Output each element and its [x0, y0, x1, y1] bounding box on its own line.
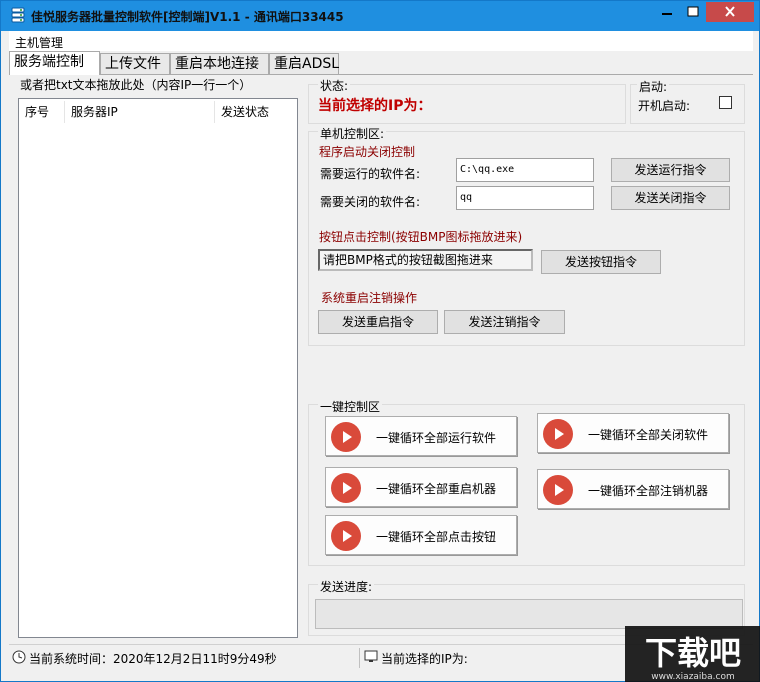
- onekey-label: 一键控制区: [318, 398, 383, 415]
- xiazaiba-watermark: 下载吧 www.xiazaiba.com: [625, 626, 760, 682]
- run-all-label: 一键循环全部运行软件: [376, 431, 497, 445]
- title-bar: 佳悦服务器批量控制软件[控制端]V1.1 - 通讯端口33445: [1, 1, 759, 31]
- boot-startup-checkbox[interactable]: [719, 96, 732, 109]
- program-section-title: 程序启动关闭控制: [319, 145, 416, 159]
- column-header-send-status[interactable]: 发送状态: [215, 101, 295, 123]
- restart-all-button[interactable]: 一键循环全部重启机器: [325, 467, 517, 507]
- tab-restart-local-connection[interactable]: 重启本地连接: [170, 53, 269, 75]
- current-ip-label: 当前选择的IP为：: [318, 98, 432, 114]
- menu-bar: 主机管理: [9, 31, 753, 51]
- click-all-button[interactable]: 一键循环全部点击按钮: [325, 515, 517, 555]
- startup-label: 启动:: [637, 78, 670, 95]
- progress-label: 发送进度:: [318, 578, 375, 595]
- clock-icon: [12, 650, 26, 664]
- app-window: 佳悦服务器批量控制软件[控制端]V1.1 - 通讯端口33445 主机管理 服务…: [0, 0, 760, 682]
- minimize-icon: [662, 13, 672, 15]
- menu-host-manage[interactable]: 主机管理: [15, 34, 63, 51]
- close-icon: [725, 6, 735, 17]
- play-icon: [543, 475, 573, 505]
- monitor-icon: [364, 650, 378, 662]
- logout-all-button[interactable]: 一键循环全部注销机器: [537, 469, 729, 509]
- send-restart-button[interactable]: 发送重启指令: [318, 310, 438, 334]
- close-all-label: 一键循环全部关闭软件: [588, 428, 709, 442]
- boot-startup-label: 开机启动:: [638, 99, 691, 113]
- svg-text:下载吧: 下载吧: [645, 634, 741, 672]
- maximize-icon: [687, 6, 699, 17]
- tab-server-control[interactable]: 服务端控制: [9, 51, 100, 75]
- minimize-button[interactable]: [654, 2, 680, 22]
- drop-hint: 或者把txt文本拖放此处（内容IP一行一个）: [20, 78, 252, 92]
- close-software-label: 需要关闭的软件名:: [320, 195, 421, 209]
- close-software-input[interactable]: qq: [456, 186, 594, 210]
- status-label: 状态:: [318, 77, 351, 94]
- run-software-input[interactable]: C:\qq.exe: [456, 158, 594, 182]
- play-icon: [331, 473, 361, 503]
- window-title: 佳悦服务器批量控制软件[控制端]V1.1 - 通讯端口33445: [31, 10, 344, 24]
- svg-text:www.xiazaiba.com: www.xiazaiba.com: [651, 672, 735, 682]
- click-all-label: 一键循环全部点击按钮: [376, 530, 497, 544]
- tab-upload-file[interactable]: 上传文件: [100, 53, 170, 75]
- send-logout-button[interactable]: 发送注销指令: [444, 310, 565, 334]
- app-icon: [11, 7, 25, 23]
- maximize-button[interactable]: [680, 2, 706, 22]
- status-current-ip: 当前选择的IP为:: [381, 652, 468, 666]
- play-icon: [331, 521, 361, 551]
- close-all-button[interactable]: 一键循环全部关闭软件: [537, 413, 729, 453]
- tab-restart-adsl[interactable]: 重启ADSL: [269, 53, 339, 75]
- system-time: 当前系统时间：2020年12月2日11时9分49秒: [29, 652, 277, 666]
- column-header-index[interactable]: 序号: [19, 101, 65, 123]
- watermark-logo: 下载吧 www.xiazaiba.com: [625, 626, 760, 682]
- column-header-server-ip[interactable]: 服务器IP: [65, 101, 215, 123]
- server-list[interactable]: 序号 服务器IP 发送状态: [18, 98, 298, 638]
- restart-all-label: 一键循环全部重启机器: [376, 482, 497, 496]
- run-all-button[interactable]: 一键循环全部运行软件: [325, 416, 517, 456]
- restart-section-title: 系统重启注销操作: [321, 291, 418, 305]
- send-run-button[interactable]: 发送运行指令: [611, 158, 730, 182]
- send-button-click-button[interactable]: 发送按钮指令: [541, 250, 661, 274]
- logout-all-label: 一键循环全部注销机器: [588, 484, 709, 498]
- play-icon: [331, 422, 361, 452]
- bmp-drop-area[interactable]: 请把BMP格式的按钮截图拖进来: [318, 249, 533, 271]
- run-software-label: 需要运行的软件名:: [320, 167, 421, 181]
- send-close-button[interactable]: 发送关闭指令: [611, 186, 730, 210]
- close-button[interactable]: [706, 2, 754, 22]
- single-control-label: 单机控制区:: [318, 125, 387, 142]
- send-progress-bar: [315, 599, 743, 629]
- play-icon: [543, 419, 573, 449]
- button-section-title: 按钮点击控制(按钮BMP图标拖放进来): [319, 230, 523, 244]
